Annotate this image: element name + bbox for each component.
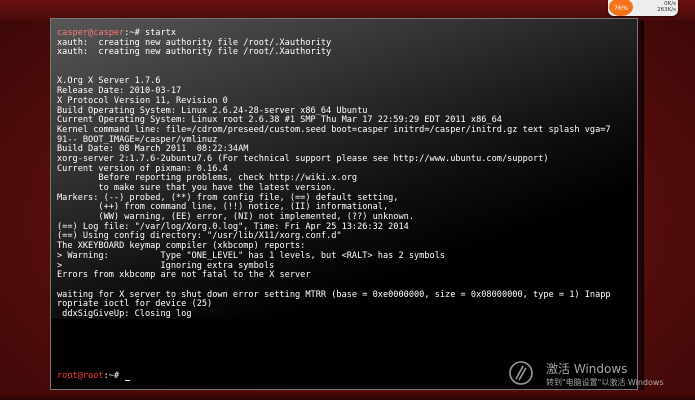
- windows-logo-icon: [509, 361, 533, 385]
- download-speed: 263K/s: [657, 7, 676, 13]
- terminal-output: casper@casper:~# startx xauth: creating n…: [57, 28, 637, 320]
- terminal-line: ddxSigGiveUp: Closing log: [57, 308, 192, 319]
- prompt-path: :~#: [103, 371, 125, 381]
- terminal-line: xauth: creating new authority file /root…: [57, 47, 332, 58]
- prompt-user: root@root: [57, 371, 104, 381]
- desktop-background-top: [0, 0, 695, 20]
- activation-watermark: 激活 Windows 转到"电脑设置"以激活 Windows: [508, 357, 693, 393]
- watermark-title: 激活 Windows: [546, 362, 628, 376]
- terminal-line: Errors from xkbcomp are not fatal to the…: [57, 270, 311, 281]
- taskbar-edge: [0, 392, 695, 400]
- command-text: :~# startx: [124, 28, 177, 38]
- network-speed-readout: 0K/s 263K/s: [650, 1, 676, 13]
- terminal-prompt[interactable]: root@root:~#: [57, 371, 131, 381]
- terminal-scrollbar[interactable]: [638, 20, 644, 390]
- terminal-window[interactable]: casper@casper:~# startx xauth: creating n…: [50, 18, 638, 390]
- watermark-subtitle: 转到"电脑设置"以激活 Windows: [546, 378, 664, 387]
- prompt-user: casper@casper: [57, 28, 125, 38]
- text-cursor: [125, 380, 131, 381]
